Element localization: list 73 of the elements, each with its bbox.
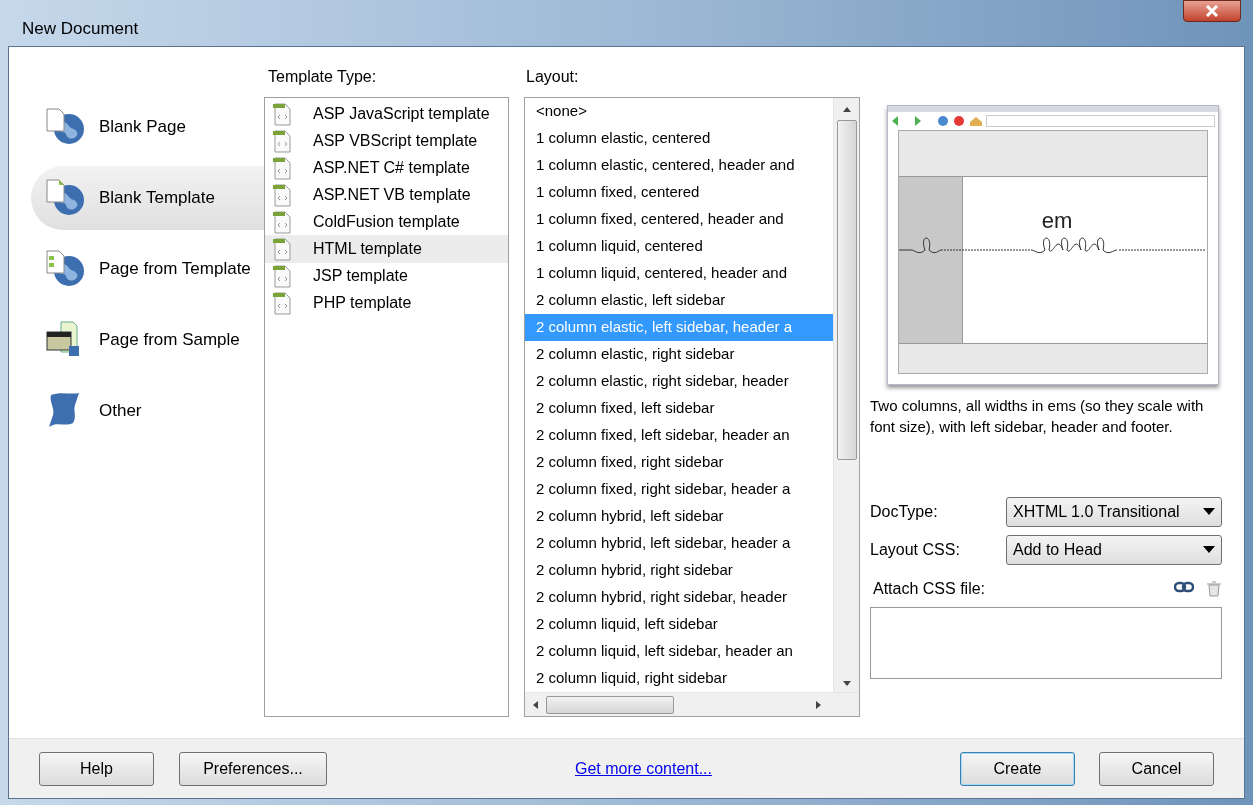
layout-item[interactable]: 2 column liquid, right sidebar	[525, 665, 833, 692]
scroll-thumb[interactable]	[836, 120, 857, 460]
scroll-right-icon	[816, 700, 821, 709]
layout-description: Two columns, all widths in ems (so they scale with font size), with left sidebar, header and footer.	[870, 396, 1205, 437]
link-chain-icon[interactable]	[1174, 581, 1194, 593]
layout-item[interactable]: 2 column liquid, left sidebar, header an	[525, 638, 833, 665]
category-item[interactable]: Other	[31, 379, 264, 443]
template-file-icon	[271, 102, 293, 126]
layout-item[interactable]: 1 column elastic, centered, header and	[525, 152, 833, 179]
template-type-item[interactable]: JSP template	[265, 262, 508, 290]
scroll-up-icon	[842, 107, 851, 112]
template-type-item[interactable]: ASP JavaScript template	[265, 100, 508, 128]
template-file-icon	[271, 264, 293, 288]
doctype-select[interactable]: XHTML 1.0 Transitional	[1006, 497, 1222, 527]
layout-item[interactable]: 2 column hybrid, right sidebar, header	[525, 584, 833, 611]
close-icon	[1205, 5, 1219, 17]
template-file-icon	[271, 156, 293, 180]
category-item[interactable]: Blank Page	[31, 95, 264, 159]
layout-label: Layout:	[526, 67, 580, 87]
create-button[interactable]: Create	[960, 751, 1075, 786]
category-item[interactable]: Page from Template	[31, 237, 264, 301]
window-title: New Document	[22, 18, 139, 40]
template-file-icon	[271, 210, 293, 234]
layout-item[interactable]: 2 column fixed, left sidebar, header an	[525, 422, 833, 449]
trash-icon[interactable]	[1206, 581, 1222, 597]
browser-toolbar-icon	[891, 115, 983, 127]
layout-item[interactable]: 1 column liquid, centered, header and	[525, 260, 833, 287]
template-type-item[interactable]: PHP template	[265, 289, 508, 317]
layout-item[interactable]: 2 column elastic, right sidebar, header	[525, 368, 833, 395]
template-type-item[interactable]: HTML template	[265, 235, 508, 263]
vertical-scrollbar[interactable]	[833, 98, 859, 692]
layout-item[interactable]: 1 column liquid, centered	[525, 233, 833, 260]
category-item[interactable]: Blank Template	[31, 166, 264, 230]
get-more-content-link[interactable]: Get more content...	[575, 756, 712, 781]
attach-css-label: Attach CSS file:	[873, 579, 986, 599]
template-file-icon	[271, 129, 293, 153]
preferences-button[interactable]: Preferences...	[179, 751, 327, 786]
layout-item[interactable]: 2 column hybrid, right sidebar	[525, 557, 833, 584]
layout-css-label: Layout CSS:	[870, 540, 960, 560]
template-type-item[interactable]: ColdFusion template	[265, 208, 508, 236]
attach-css-list[interactable]	[870, 607, 1222, 679]
layout-item[interactable]: 2 column hybrid, left sidebar, header a	[525, 530, 833, 557]
layout-item[interactable]: 2 column liquid, left sidebar	[525, 611, 833, 638]
dropdown-caret-icon	[1203, 546, 1215, 554]
template-file-icon	[271, 237, 293, 261]
layout-css-select[interactable]: Add to Head	[1006, 535, 1222, 565]
layout-item[interactable]: 1 column elastic, centered	[525, 125, 833, 152]
category-item[interactable]: Page from Sample	[31, 308, 264, 372]
close-button[interactable]	[1183, 0, 1241, 22]
cancel-button[interactable]: Cancel	[1099, 751, 1214, 786]
template-file-icon	[271, 291, 293, 315]
doctype-label: DocType:	[870, 502, 938, 522]
template-file-icon	[271, 183, 293, 207]
scroll-left-icon	[533, 700, 538, 709]
layout-item[interactable]: 2 column fixed, left sidebar	[525, 395, 833, 422]
layout-item[interactable]: 1 column fixed, centered, header and	[525, 206, 833, 233]
template-type-label: Template Type:	[268, 67, 378, 87]
layout-item[interactable]: <none>	[525, 98, 833, 125]
layout-item[interactable]: 1 column fixed, centered	[525, 179, 833, 206]
help-button[interactable]: Help	[39, 751, 154, 786]
layout-item[interactable]: 2 column hybrid, left sidebar	[525, 503, 833, 530]
layout-item[interactable]: 2 column elastic, left sidebar	[525, 287, 833, 314]
horizontal-scrollbar[interactable]	[525, 692, 859, 716]
scroll-thumb[interactable]	[546, 695, 674, 714]
template-type-item[interactable]: ASP.NET VB template	[265, 181, 508, 209]
layout-item[interactable]: 2 column fixed, right sidebar	[525, 449, 833, 476]
dropdown-caret-icon	[1203, 508, 1215, 516]
em-caption: em	[1041, 210, 1073, 232]
layout-item[interactable]: 2 column elastic, right sidebar	[525, 341, 833, 368]
scroll-down-icon	[842, 681, 851, 686]
template-type-item[interactable]: ASP.NET C# template	[265, 154, 508, 182]
template-type-item[interactable]: ASP VBScript template	[265, 127, 508, 155]
layout-item[interactable]: 2 column fixed, right sidebar, header a	[525, 476, 833, 503]
